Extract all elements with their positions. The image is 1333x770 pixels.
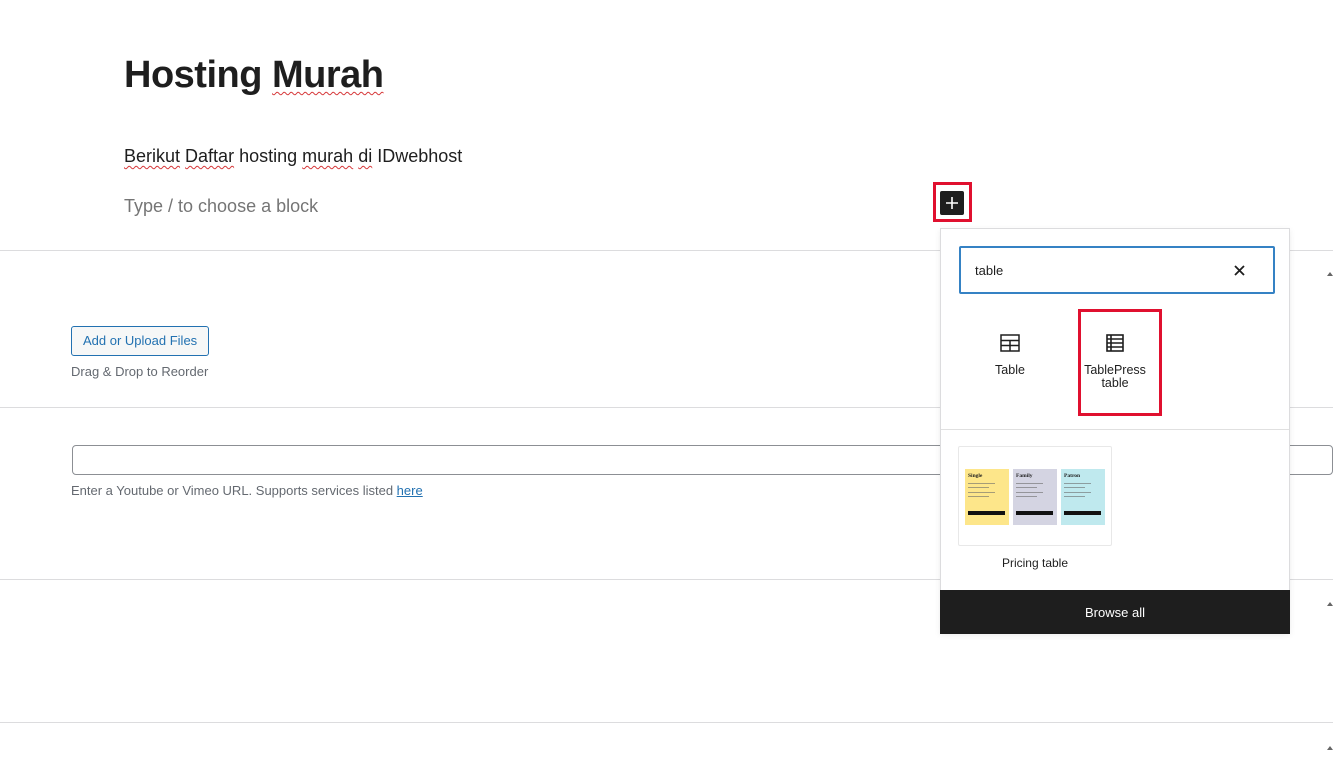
paragraph-word: hosting (239, 146, 298, 166)
collapse-caret-icon[interactable] (1327, 598, 1333, 606)
pattern-column-title: Family (1016, 473, 1033, 479)
title-word-misspelled: Murah (272, 54, 384, 96)
block-item-table[interactable]: Table (970, 311, 1050, 411)
block-placeholder[interactable]: Type / to choose a block (124, 196, 318, 217)
highlight-box (933, 182, 972, 222)
collapse-caret-icon[interactable] (1327, 268, 1333, 276)
section-divider (0, 722, 1333, 723)
collapse-caret-icon[interactable] (1327, 742, 1333, 750)
highlight-box (1078, 309, 1162, 416)
pattern-preview-pricing-table[interactable]: Single Family Patron (958, 446, 1112, 546)
drag-drop-hint: Drag & Drop to Reorder (71, 364, 209, 379)
paragraph-word: di (358, 146, 373, 166)
post-title[interactable]: Hosting Murah (124, 54, 384, 97)
popover-divider (941, 429, 1289, 430)
paragraph-word: Daftar (185, 146, 235, 166)
block-search-input[interactable] (975, 248, 1225, 292)
video-url-help: Enter a Youtube or Vimeo URL. Supports s… (71, 483, 423, 498)
paragraph-block[interactable]: Berikut Daftar hosting murah di IDwebhos… (124, 146, 462, 167)
clear-search-button[interactable] (1229, 260, 1249, 280)
paragraph-word: murah (302, 146, 354, 166)
add-upload-files-button[interactable]: Add or Upload Files (71, 326, 210, 356)
pattern-column: Family (1013, 469, 1057, 525)
table-icon (998, 331, 1022, 355)
pattern-column-title: Patron (1064, 473, 1081, 479)
title-word: Hosting (124, 54, 262, 96)
block-inserter-popover: Table TablePress table Single Family P (940, 228, 1290, 634)
browse-all-button[interactable]: Browse all (940, 590, 1290, 634)
pattern-column: Patron (1061, 469, 1105, 525)
block-search-box[interactable] (959, 246, 1275, 294)
paragraph-word: IDwebhost (377, 146, 463, 166)
video-url-help-text: Enter a Youtube or Vimeo URL. Supports s… (71, 483, 397, 498)
services-link[interactable]: here (397, 483, 423, 498)
pattern-column: Single (965, 469, 1009, 525)
close-icon (1233, 264, 1245, 276)
pattern-column-title: Single (968, 473, 983, 479)
paragraph-word: Berikut (124, 146, 181, 166)
pattern-label: Pricing table (1001, 556, 1069, 570)
block-item-label: Table (995, 363, 1025, 377)
